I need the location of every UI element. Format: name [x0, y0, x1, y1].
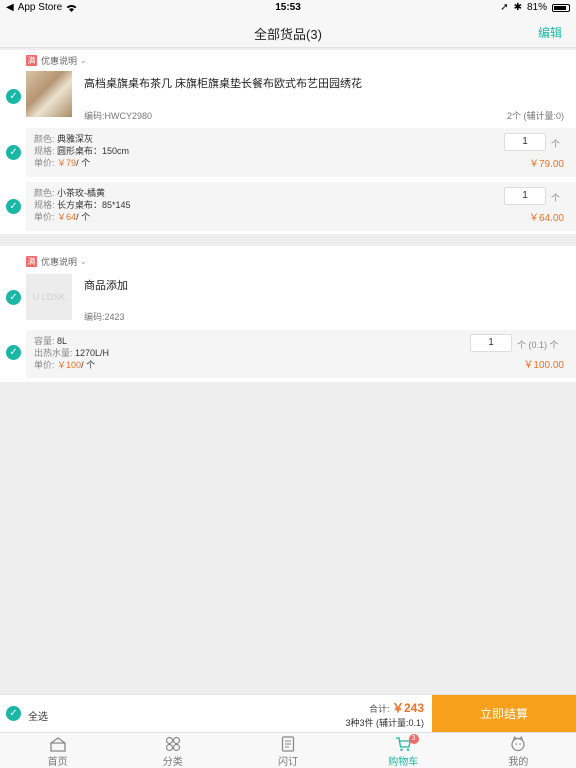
home-icon — [49, 737, 66, 752]
spec-label: 容量: — [34, 336, 55, 346]
tab-label: 首页 — [47, 757, 68, 768]
product-title[interactable]: 高档桌旗桌布茶几 床旗柜旗桌垫长餐布欧式布艺田园绣花 — [84, 75, 362, 91]
variant-checkbox[interactable]: ✓ — [6, 199, 21, 214]
product-thumbnail[interactable]: U LDSK — [26, 274, 72, 320]
variant-total: ￥100.00 — [523, 360, 564, 371]
tab-cart[interactable]: 3 购物车 — [346, 733, 461, 768]
price-label: 单价: — [34, 212, 55, 222]
tab-quick-order[interactable]: 闪订 — [230, 733, 345, 768]
profile-icon — [511, 736, 526, 752]
product-count: 2个 (辅计量:0) — [506, 111, 564, 121]
unit-price: 79 — [66, 158, 77, 168]
promo-row[interactable]: 满 优惠说明 ⌄ — [26, 53, 87, 67]
status-time: 15:53 — [275, 2, 301, 13]
page-title: 全部货品(3) — [254, 27, 322, 42]
spec-value: 典雅深灰 — [57, 134, 94, 144]
promo-tag: 满 — [26, 255, 37, 267]
chevron-down-icon: ⌄ — [80, 55, 87, 65]
unit-price: 64 — [66, 212, 77, 222]
unit-price: 100 — [66, 360, 82, 370]
variant-row: 颜色: 典雅深灰 规格: 圆形桌布：150cm 单价: ￥79/ 个 1 个 ￥… — [26, 128, 576, 177]
price-suffix: / 个 — [81, 360, 96, 370]
quantity-input[interactable]: 1 — [470, 334, 512, 352]
variant-row: 容量: 8L 出热水量: 1270L/H 单价: ￥100/ 个 1 个 (0.… — [26, 330, 576, 378]
variant-total: ￥79.00 — [528, 159, 564, 170]
location-icon: ➚ — [500, 2, 509, 13]
price-prefix: ￥ — [57, 360, 67, 370]
spec-label: 规格: — [34, 146, 55, 156]
tab-bar: 首页 分类 闪订 3 购物车 我的 — [0, 732, 576, 768]
spec-value: 小茶玫-橘黄 — [57, 188, 106, 198]
variant-row: 颜色: 小茶玫-橘黄 规格: 长方桌布：85*145 单价: ￥64/ 个 1 … — [26, 182, 576, 231]
quantity-unit: 个 — [551, 193, 561, 203]
spec-value: 圆形桌布：150cm — [57, 146, 130, 156]
variant-specs: 颜色: 典雅深灰 规格: 圆形桌布：150cm 单价: ￥79/ 个 — [34, 133, 129, 169]
bluetooth-icon: ✱ — [513, 2, 522, 13]
spec-value: 1270L/H — [75, 348, 110, 358]
category-icon — [165, 736, 180, 752]
product-checkbox[interactable]: ✓ — [6, 290, 21, 305]
status-right: ➚ ✱ 81% — [500, 2, 570, 13]
promo-label: 优惠说明 — [41, 55, 78, 66]
price-suffix: / 个 — [76, 158, 91, 168]
total-amount: ￥243 — [391, 701, 424, 715]
checkout-bar: ✓ 全选 合计: ￥243 3种3件 (辅计量:0.1) 立即结算 — [0, 694, 576, 733]
nav-bar: 全部货品(3) 编辑 — [0, 16, 576, 48]
product-code: 编码:2423 — [84, 312, 125, 322]
variant-checkbox[interactable]: ✓ — [6, 145, 21, 160]
select-all-label[interactable]: 全选 — [28, 708, 48, 723]
total-label: 合计: — [368, 704, 390, 714]
edit-button[interactable]: 编辑 — [538, 24, 562, 41]
price-label: 单价: — [34, 360, 55, 370]
tab-label: 购物车 — [388, 757, 419, 768]
product-title[interactable]: 商品添加 — [84, 277, 128, 293]
tab-label: 我的 — [508, 757, 529, 768]
select-all-checkbox[interactable]: ✓ — [6, 706, 21, 721]
price-prefix: ￥ — [57, 212, 67, 222]
product-thumbnail[interactable] — [26, 71, 72, 117]
tab-label: 分类 — [162, 757, 183, 768]
spec-label: 颜色: — [34, 134, 55, 144]
tab-home[interactable]: 首页 — [0, 733, 115, 768]
checkout-button[interactable]: 立即结算 — [432, 695, 576, 733]
cart-group-2: 满 优惠说明 ⌄ ✓ U LDSK 商品添加 编码:2423 ✓ 容量: 8L … — [0, 246, 576, 382]
promo-tag: 满 — [26, 54, 37, 66]
quantity-unit: 个 (0.1) 个 — [517, 340, 559, 350]
variant-checkbox[interactable]: ✓ — [6, 345, 21, 360]
price-label: 单价: — [34, 158, 55, 168]
total-line: 合计: ￥243 — [369, 699, 424, 716]
cart-badge: 3 — [408, 734, 419, 744]
variant-specs: 容量: 8L 出热水量: 1270L/H 单价: ￥100/ 个 — [34, 335, 109, 371]
spec-value: 8L — [57, 336, 68, 346]
quantity-input[interactable]: 1 — [504, 133, 546, 151]
promo-label: 优惠说明 — [41, 256, 78, 267]
tab-label: 闪订 — [278, 757, 298, 768]
product-checkbox[interactable]: ✓ — [6, 89, 21, 104]
cart-group-1: 满 优惠说明 ⌄ ✓ 高档桌旗桌布茶几 床旗柜旗桌垫长餐布欧式布艺田园绣花 编码… — [0, 50, 576, 234]
promo-row[interactable]: 满 优惠说明 ⌄ — [26, 254, 87, 268]
spec-label: 出热水量: — [34, 348, 73, 358]
tab-category[interactable]: 分类 — [115, 733, 230, 768]
spec-value: 长方桌布：85*145 — [57, 200, 131, 210]
spec-label: 规格: — [34, 200, 55, 210]
quick-order-icon — [281, 736, 295, 752]
battery-icon — [552, 3, 570, 12]
cart-summary: 3种3件 (辅计量:0.1) — [345, 718, 424, 728]
product-code: 编码:HWCY2980 — [84, 111, 153, 121]
price-suffix: / 个 — [76, 212, 91, 222]
quantity-unit: 个 — [551, 139, 561, 149]
tab-profile[interactable]: 我的 — [461, 733, 576, 768]
quantity-input[interactable]: 1 — [504, 187, 546, 205]
chevron-down-icon: ⌄ — [80, 256, 87, 266]
status-bar: ◀ App Store 15:53 ➚ ✱ 81% — [0, 0, 576, 16]
battery-percent: 81% — [526, 2, 547, 13]
variant-total: ￥64.00 — [528, 213, 564, 224]
spec-label: 颜色: — [34, 188, 55, 198]
variant-specs: 颜色: 小茶玫-橘黄 规格: 长方桌布：85*145 单价: ￥64/ 个 — [34, 187, 131, 223]
price-prefix: ￥ — [57, 158, 67, 168]
